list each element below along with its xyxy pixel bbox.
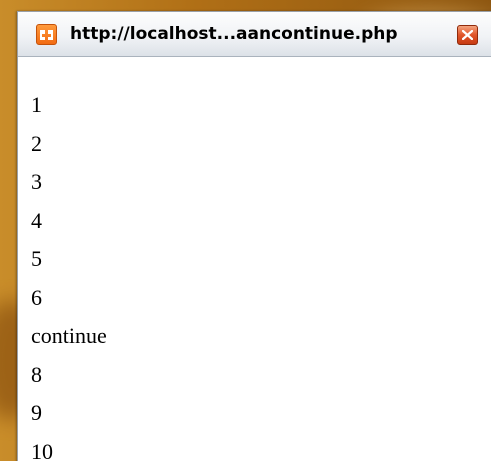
browser-popup-window: http://localhost...aancontinue.php 1 2 3… [17, 11, 491, 461]
close-button[interactable] [457, 25, 478, 45]
output-line: 6 [31, 284, 42, 310]
output-line: 1 [31, 92, 42, 117]
output-line: 9 [31, 400, 42, 425]
window-title: http://localhost...aancontinue.php [70, 24, 398, 44]
output-line: 5 [31, 246, 42, 271]
output-line: 8 [31, 361, 42, 387]
output-line: continue [31, 323, 107, 348]
close-icon [462, 30, 473, 40]
window-titlebar[interactable]: http://localhost...aancontinue.php [18, 12, 491, 57]
php-output-list: 1 2 3 4 5 6 continue 8 9 10 [31, 86, 107, 461]
output-line: 2 [31, 130, 42, 156]
output-line: 3 [31, 169, 42, 194]
xampp-app-icon [36, 24, 57, 45]
output-line: 10 [31, 438, 53, 461]
page-content: 1 2 3 4 5 6 continue 8 9 10 [18, 58, 491, 461]
output-line: 4 [31, 207, 42, 233]
